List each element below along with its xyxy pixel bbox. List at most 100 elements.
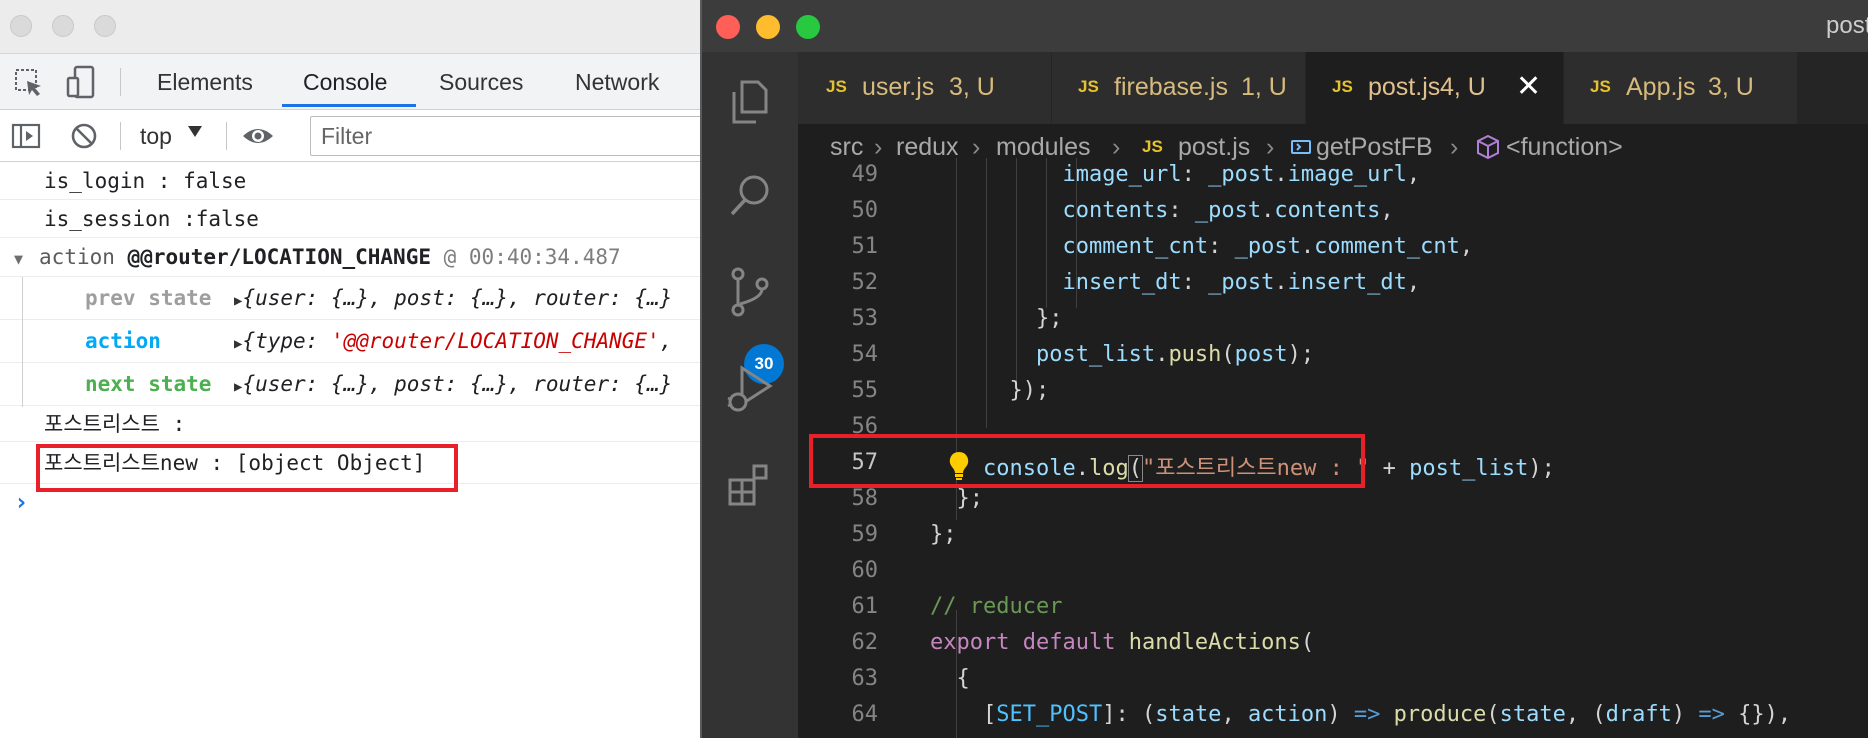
tab-status: 4, U bbox=[1440, 73, 1486, 101]
code-token: insert_dt bbox=[1287, 270, 1407, 295]
code-line: comment_cnt: _post.comment_cnt, bbox=[930, 234, 1473, 259]
minimize-window-button[interactable] bbox=[756, 15, 780, 39]
zoom-window-button[interactable] bbox=[94, 15, 116, 37]
search-icon[interactable] bbox=[724, 170, 776, 222]
tab-sources[interactable]: Sources bbox=[439, 54, 523, 110]
explorer-files-icon[interactable] bbox=[724, 76, 776, 128]
code-line: export default handleActions( bbox=[930, 630, 1314, 655]
code-token: contents bbox=[1274, 198, 1381, 223]
js-file-icon: JS bbox=[826, 77, 847, 96]
tab-filename: App.js bbox=[1626, 73, 1696, 101]
vscode-window: post 30 JS user.js 3, U JS firebase.js 1… bbox=[700, 0, 1868, 738]
code-token: : bbox=[1181, 162, 1209, 187]
code-line: post_list.push(post); bbox=[930, 342, 1314, 367]
live-expression-eye-icon[interactable] bbox=[240, 122, 276, 150]
code-token: ); bbox=[1528, 456, 1555, 481]
code-token: default bbox=[1022, 630, 1116, 655]
code-token: : ( bbox=[1115, 702, 1156, 727]
toolbar-divider bbox=[120, 122, 121, 150]
code-token: image_url bbox=[1287, 162, 1407, 187]
code-token: _post bbox=[1208, 270, 1275, 295]
code-token: SET_POST bbox=[996, 702, 1103, 727]
next-state-value[interactable]: {user: {…}, post: {…}, router: {…} bbox=[242, 372, 672, 396]
tab-console[interactable]: Console bbox=[303, 54, 387, 110]
console-log-line: is_session :false bbox=[0, 200, 700, 238]
expand-triangle-icon[interactable]: ▼ bbox=[14, 250, 23, 268]
tabbar-divider bbox=[120, 68, 121, 96]
activity-bar: 30 bbox=[702, 52, 798, 738]
chevron-down-icon bbox=[188, 126, 202, 137]
line-number: 58 bbox=[851, 486, 879, 511]
code-token: . bbox=[1274, 270, 1288, 295]
tab-user-js[interactable]: JS user.js 3, U bbox=[798, 52, 1052, 124]
console-action-line: action ▶{type: '@@router/LOCATION_CHANGE'… bbox=[0, 320, 700, 363]
active-tab-indicator bbox=[282, 104, 416, 107]
filter-input[interactable] bbox=[310, 116, 700, 156]
tab-status: 3, U bbox=[949, 73, 995, 101]
tab-network[interactable]: Network bbox=[575, 54, 659, 110]
action-value-string[interactable]: '@@router/LOCATION_CHANGE' bbox=[331, 329, 660, 353]
toolbar-divider bbox=[226, 122, 227, 150]
source-control-icon[interactable] bbox=[724, 266, 776, 318]
code-token: . bbox=[1261, 198, 1275, 223]
code-token: { bbox=[956, 666, 970, 691]
context-selector[interactable]: top bbox=[140, 120, 172, 152]
code-token: . bbox=[1155, 342, 1169, 367]
tab-firebase-js[interactable]: JS firebase.js 1, U bbox=[1052, 52, 1306, 124]
prev-state-value[interactable]: {user: {…}, post: {…}, router: {…} bbox=[242, 286, 672, 310]
code-token: insert_dt bbox=[1062, 270, 1182, 295]
code-token: produce bbox=[1393, 702, 1487, 727]
code-token: {}), bbox=[1724, 702, 1792, 727]
code-token: [ bbox=[982, 702, 997, 727]
close-window-button[interactable] bbox=[716, 15, 740, 39]
line-number: 52 bbox=[851, 270, 879, 295]
code-line: [SET_POST]: (state, action) => produce(s… bbox=[930, 702, 1791, 727]
code-token: _post bbox=[1194, 198, 1262, 223]
code-token: : bbox=[1208, 234, 1235, 259]
device-toolbar-icon[interactable] bbox=[64, 64, 98, 100]
action-value-prefix[interactable]: {type: bbox=[242, 329, 331, 353]
show-sidebar-icon[interactable] bbox=[10, 120, 42, 152]
extensions-icon[interactable] bbox=[724, 458, 776, 510]
variable-symbol-icon bbox=[1291, 140, 1311, 154]
close-window-button[interactable] bbox=[10, 15, 32, 37]
code-token: ); bbox=[1287, 342, 1315, 367]
code-token: => bbox=[1698, 702, 1725, 727]
line-number: 50 bbox=[851, 198, 879, 223]
editor-tabbar: JS user.js 3, U JS firebase.js 1, U JS p… bbox=[798, 52, 1868, 124]
code-token: image_url bbox=[1062, 162, 1182, 187]
zoom-window-button[interactable] bbox=[796, 15, 820, 39]
line-number: 59 bbox=[851, 522, 879, 547]
code-token: ( bbox=[1221, 342, 1235, 367]
code-token: }); bbox=[1009, 378, 1050, 403]
code-line: }; bbox=[930, 306, 1063, 331]
method-cube-icon bbox=[1477, 134, 1499, 160]
code-line: }; bbox=[930, 522, 957, 547]
inspect-element-icon[interactable] bbox=[12, 66, 46, 100]
tab-post-js[interactable]: JS post.js 4, U ✕ bbox=[1306, 52, 1564, 124]
group-indent-guide bbox=[22, 277, 23, 407]
console-prompt[interactable]: › bbox=[14, 484, 28, 520]
line-number: 60 bbox=[851, 558, 879, 583]
action-label: action bbox=[85, 329, 161, 353]
code-line: { bbox=[930, 666, 970, 691]
code-token: }; bbox=[956, 486, 984, 511]
clear-console-icon[interactable] bbox=[68, 120, 100, 152]
run-debug-icon[interactable] bbox=[724, 362, 776, 414]
code-token: action bbox=[1247, 702, 1328, 727]
group-action-type: @@router/LOCATION_CHANGE bbox=[127, 245, 431, 269]
close-icon[interactable]: ✕ bbox=[1516, 69, 1541, 104]
line-number: 51 bbox=[851, 234, 879, 259]
code-token: , bbox=[1459, 234, 1474, 259]
minimize-window-button[interactable] bbox=[52, 15, 74, 37]
tab-elements[interactable]: Elements bbox=[157, 54, 253, 110]
code-token: , bbox=[1380, 198, 1394, 223]
code-token: , bbox=[1406, 162, 1421, 187]
line-number: 63 bbox=[851, 666, 879, 691]
tab-app-js[interactable]: JS App.js 3, U bbox=[1564, 52, 1798, 124]
code-line: insert_dt: _post.insert_dt, bbox=[930, 270, 1420, 295]
console-group-header[interactable]: ▼ action @@router/LOCATION_CHANGE @ 00:40… bbox=[0, 238, 700, 277]
group-timestamp: @ 00:40:34.487 bbox=[430, 245, 621, 269]
console-toolbar: top bbox=[0, 110, 700, 162]
code-line: // reducer bbox=[930, 594, 1062, 619]
